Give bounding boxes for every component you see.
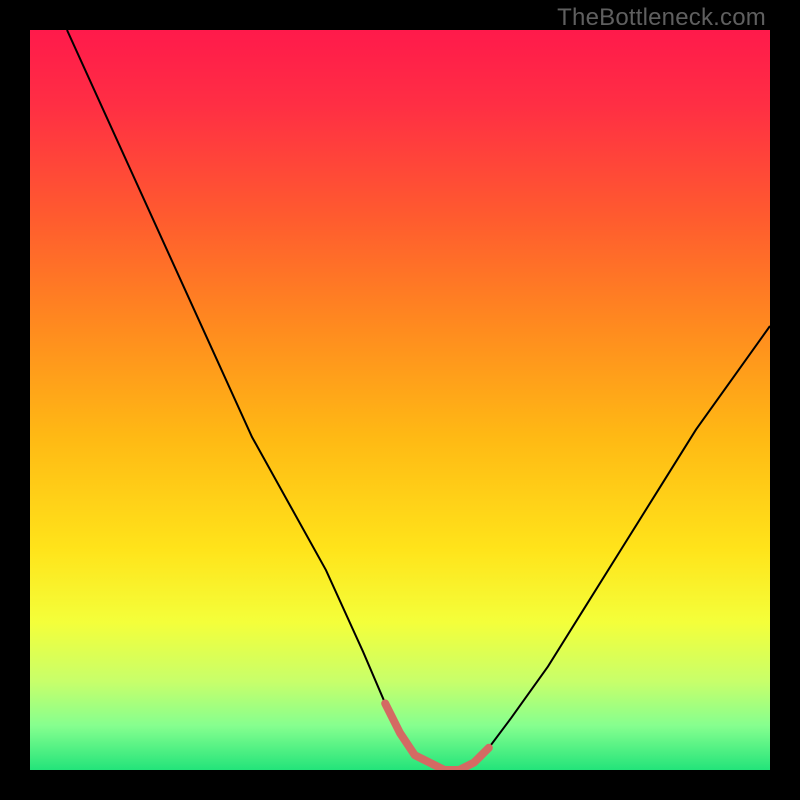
highlight-segment bbox=[385, 703, 489, 770]
bottleneck-curve bbox=[67, 30, 770, 770]
chart-frame: TheBottleneck.com bbox=[0, 0, 800, 800]
watermark-text: TheBottleneck.com bbox=[557, 4, 766, 32]
plot-area bbox=[30, 30, 770, 770]
curve-layer bbox=[30, 30, 770, 770]
